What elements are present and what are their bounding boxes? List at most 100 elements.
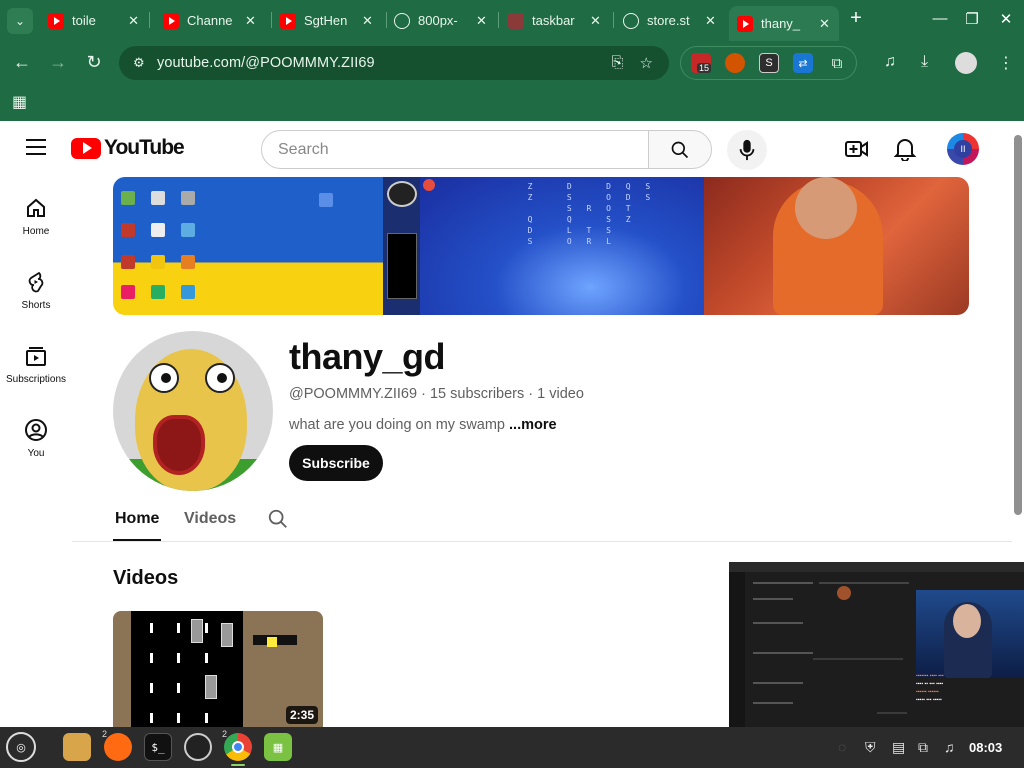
search-icon bbox=[671, 141, 689, 158]
browser-tab[interactable]: toile ✕ bbox=[40, 6, 147, 35]
channel-avatar[interactable] bbox=[113, 331, 273, 491]
chrome-icon[interactable]: 2 bbox=[222, 729, 252, 761]
extension-icon[interactable]: S bbox=[759, 53, 779, 73]
scrollbar[interactable] bbox=[1014, 135, 1022, 515]
tab-close-icon[interactable]: ✕ bbox=[476, 13, 487, 29]
tab-close-icon[interactable]: ✕ bbox=[362, 13, 373, 29]
tab-title: Channe bbox=[187, 13, 233, 28]
subscriber-count: 15 subscribers bbox=[429, 386, 525, 402]
update-icon[interactable]: ◌ bbox=[838, 739, 846, 755]
browser-toolbar: ← → ↻ ⚙ youtube.com/@POOMMMY.ZII69 ⎘ ☆ 1… bbox=[0, 41, 1024, 85]
guide-item-subscriptions[interactable]: Subscriptions bbox=[0, 344, 72, 385]
account-avatar[interactable]: II bbox=[947, 133, 979, 165]
extension-icon[interactable]: 15 bbox=[691, 53, 712, 73]
tab-title: taskbar bbox=[532, 13, 575, 28]
new-tab-button[interactable]: + bbox=[846, 7, 866, 30]
chat-overlay: ▪▪▪▪▪▪▪ ▪▪▪▪ ▪▪▪ ▪▪▪▪ ▪▪ ▪▪▪ ▪▪▪▪ ▪▪▪▪▪▪… bbox=[916, 673, 944, 703]
browser-tab[interactable]: SgtHen ✕ bbox=[272, 6, 387, 35]
maximize-button[interactable]: ❐ bbox=[962, 10, 982, 28]
terminal-icon[interactable]: $_ bbox=[144, 733, 172, 761]
cookie-extension-icon[interactable] bbox=[725, 53, 745, 73]
profile-avatar[interactable] bbox=[955, 52, 977, 74]
window-count: 2 bbox=[102, 729, 108, 739]
tab-close-icon[interactable]: ✕ bbox=[590, 13, 601, 29]
tab-search-dropdown[interactable]: ⌄ bbox=[7, 8, 33, 34]
tab-close-icon[interactable]: ✕ bbox=[705, 13, 716, 29]
guide-item-home[interactable]: Home bbox=[0, 196, 72, 237]
voice-search-button[interactable] bbox=[727, 130, 767, 170]
tab-title: thany_ bbox=[761, 16, 801, 31]
browser-tab[interactable]: store.st ✕ bbox=[615, 6, 727, 35]
forward-button[interactable]: → bbox=[47, 52, 69, 73]
extension-icon[interactable]: ⇄ bbox=[793, 53, 813, 73]
taskbar: ◎ 2 $_ 2 ▦ ◌ ⛨ ▤ ⧉ ♫ 08:03 bbox=[0, 727, 1024, 768]
you-icon bbox=[25, 419, 47, 441]
search-placeholder: Search bbox=[278, 140, 329, 158]
reload-button[interactable]: ↻ bbox=[83, 52, 105, 73]
file-manager-icon[interactable] bbox=[63, 733, 91, 761]
tab-close-icon[interactable]: ✕ bbox=[245, 13, 256, 29]
guide-item-you[interactable]: You bbox=[0, 418, 72, 459]
cast-icon[interactable]: ⎘ bbox=[612, 54, 624, 72]
globe-icon bbox=[394, 12, 410, 29]
youtube-logo-icon bbox=[71, 137, 101, 159]
extensions-puzzle-icon[interactable]: ⧉ bbox=[827, 53, 847, 73]
url-text[interactable]: youtube.com/@POOMMMY.ZII69 bbox=[157, 55, 375, 71]
browser-tab[interactable]: Channe ✕ bbox=[155, 6, 270, 35]
download-icon[interactable]: ⤓ bbox=[921, 53, 928, 71]
apps-grid-icon[interactable]: ▦ bbox=[12, 92, 27, 112]
search-input[interactable]: Search bbox=[261, 130, 649, 169]
guide-label: You bbox=[27, 448, 45, 459]
clipboard-icon[interactable]: ▤ bbox=[892, 739, 905, 756]
tab-title: 800px- bbox=[418, 13, 458, 28]
tab-close-icon[interactable]: ✕ bbox=[819, 16, 830, 32]
menu-kebab-icon[interactable]: ⋮ bbox=[998, 53, 1014, 73]
network-icon[interactable]: ⧉ bbox=[918, 739, 928, 756]
obs-icon[interactable] bbox=[184, 733, 212, 761]
channel-meta: @POOMMMY.ZII69 · 15 subscribers · 1 vide… bbox=[289, 386, 584, 402]
browser-tab-active[interactable]: thany_ ✕ bbox=[729, 6, 839, 41]
minimize-button[interactable]: — bbox=[930, 10, 950, 27]
channel-banner: Z D D Q S Z S O D S S R O T Q Q S Z D L … bbox=[113, 177, 969, 315]
search-button[interactable] bbox=[648, 130, 712, 169]
notifications-button[interactable] bbox=[893, 137, 917, 166]
more-link[interactable]: ...more bbox=[509, 417, 557, 433]
create-button[interactable] bbox=[845, 138, 869, 165]
channel-description[interactable]: what are you doing on my swamp ...more bbox=[289, 417, 557, 433]
shield-icon[interactable]: ⛨ bbox=[865, 739, 876, 756]
close-window-button[interactable]: ✕ bbox=[996, 10, 1016, 28]
spreadsheet-icon[interactable]: ▦ bbox=[264, 733, 292, 761]
clock[interactable]: 08:03 bbox=[969, 740, 1002, 755]
tab-home[interactable]: Home bbox=[115, 510, 159, 528]
firefox-icon[interactable]: 2 bbox=[102, 729, 132, 761]
tab-videos[interactable]: Videos bbox=[184, 510, 236, 528]
guide-item-shorts[interactable]: Shorts bbox=[0, 270, 72, 311]
browser-tab[interactable]: taskbar ✕ bbox=[500, 6, 612, 35]
tab-strip: ⌄ toile ✕ Channe ✕ SgtHen ✕ 800px- ✕ tas… bbox=[0, 0, 1024, 41]
mint-menu-icon[interactable]: ◎ bbox=[6, 732, 36, 762]
browser-tab[interactable]: 800px- ✕ bbox=[386, 6, 496, 35]
search-icon bbox=[268, 509, 287, 528]
bookmark-star-icon[interactable]: ☆ bbox=[640, 54, 653, 72]
video-plus-icon bbox=[845, 141, 868, 157]
bell-icon bbox=[893, 139, 917, 162]
tab-title: toile bbox=[72, 13, 96, 28]
tab-close-icon[interactable]: ✕ bbox=[128, 13, 139, 29]
extension-badge: 15 bbox=[697, 63, 712, 73]
channel-search-button[interactable] bbox=[267, 508, 289, 535]
back-button[interactable]: ← bbox=[11, 52, 33, 73]
menu-hamburger-icon[interactable] bbox=[26, 139, 46, 160]
address-bar[interactable]: ⚙ youtube.com/@POOMMMY.ZII69 ⎘ ☆ bbox=[119, 46, 669, 80]
guide-label: Subscriptions bbox=[5, 374, 67, 385]
media-control-icon[interactable]: ♫ bbox=[884, 53, 896, 71]
subscribe-button[interactable]: Subscribe bbox=[289, 445, 383, 481]
youtube-logo[interactable]: YouTube bbox=[71, 136, 185, 160]
tab-title: store.st bbox=[647, 13, 690, 28]
youtube-icon bbox=[48, 12, 64, 29]
window-count: 2 bbox=[222, 729, 228, 739]
section-title: Videos bbox=[113, 567, 179, 589]
youtube-icon bbox=[280, 12, 296, 29]
sound-icon[interactable]: ♫ bbox=[944, 739, 955, 755]
youtube-icon bbox=[737, 15, 753, 32]
site-info-icon[interactable]: ⚙ bbox=[133, 55, 151, 71]
